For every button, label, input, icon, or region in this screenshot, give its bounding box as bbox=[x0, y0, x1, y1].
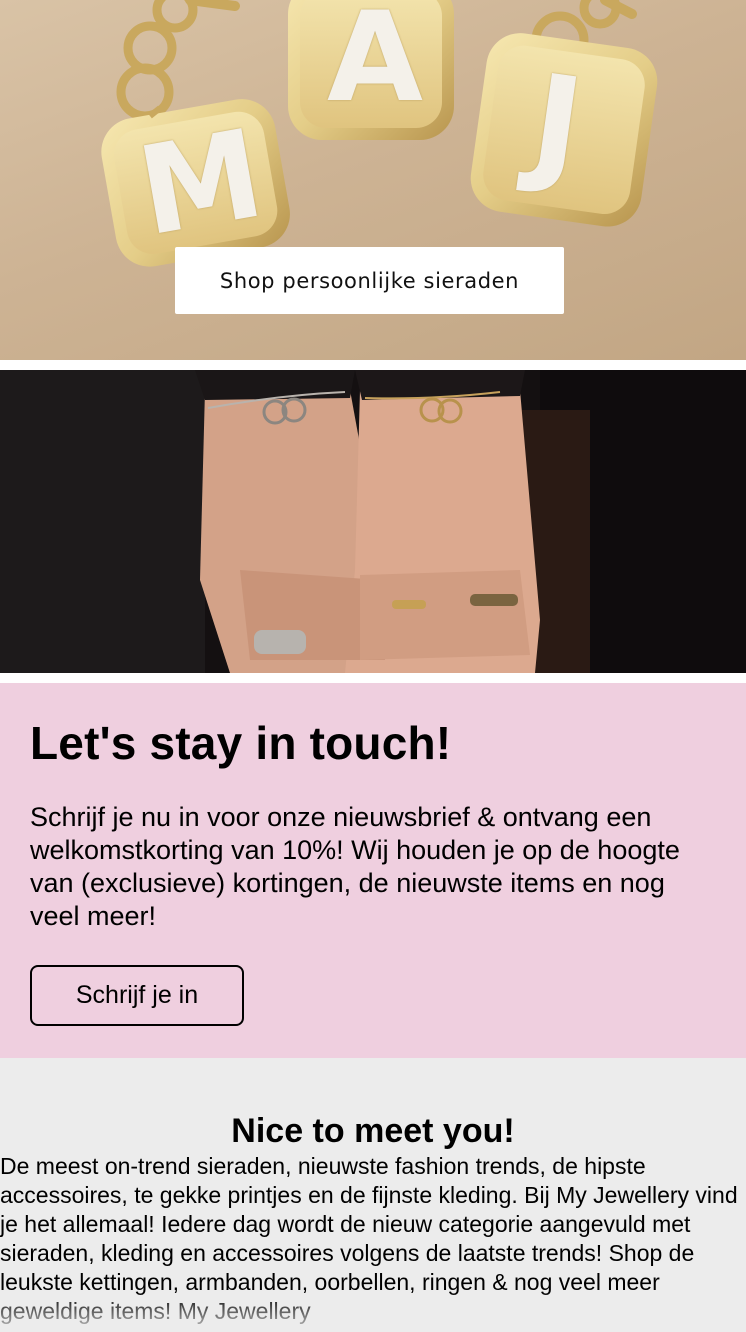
hands-bracelets-image bbox=[0, 370, 746, 673]
subscribe-button[interactable]: Schrijf je in bbox=[30, 965, 244, 1026]
pendant-letter-m: M bbox=[128, 102, 273, 264]
newsletter-title: Let's stay in touch! bbox=[30, 717, 452, 769]
personalized-jewelry-banner[interactable]: M A J Shop persoonlijke sieraden bbox=[0, 0, 746, 360]
about-section: Nice to meet you! De meest on-trend sier… bbox=[0, 1058, 746, 1332]
newsletter-description: Schrijf je nu in voor onze nieuwsbrief &… bbox=[30, 802, 680, 931]
shop-personal-jewelry-button[interactable]: Shop persoonlijke sieraden bbox=[175, 247, 564, 314]
pendant-letter-a: A bbox=[327, 0, 423, 130]
newsletter-section: Let's stay in touch! Schrijf je nu in vo… bbox=[0, 683, 746, 1058]
about-title: Nice to meet you! bbox=[231, 1112, 515, 1150]
about-description: De meest on-trend sieraden, nieuwste fas… bbox=[0, 1153, 738, 1324]
bracelets-banner[interactable] bbox=[0, 370, 746, 673]
